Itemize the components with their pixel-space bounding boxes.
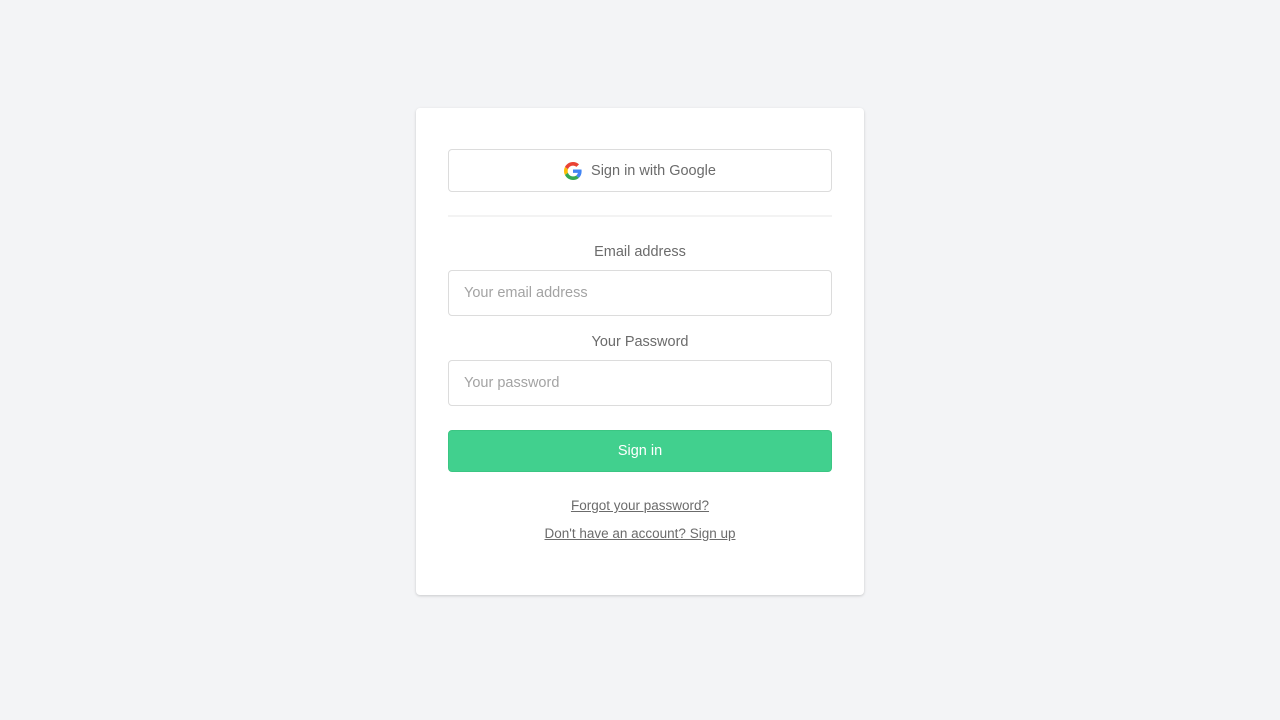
- password-input[interactable]: [448, 360, 832, 406]
- auth-links: Forgot your password? Don't have an acco…: [448, 498, 832, 542]
- sign-in-card: Sign in with Google Email address Your P…: [416, 108, 864, 595]
- password-label: Your Password: [591, 334, 689, 350]
- divider: [448, 215, 832, 217]
- sign-up-link[interactable]: Don't have an account? Sign up: [448, 526, 832, 542]
- google-sign-in-label: Sign in with Google: [591, 162, 716, 179]
- google-icon: [564, 161, 582, 180]
- email-label: Email address: [594, 244, 686, 260]
- forgot-password-link[interactable]: Forgot your password?: [448, 498, 832, 514]
- sign-in-button[interactable]: Sign in: [448, 430, 832, 472]
- google-sign-in-button[interactable]: Sign in with Google: [448, 149, 832, 192]
- email-input[interactable]: [448, 270, 832, 316]
